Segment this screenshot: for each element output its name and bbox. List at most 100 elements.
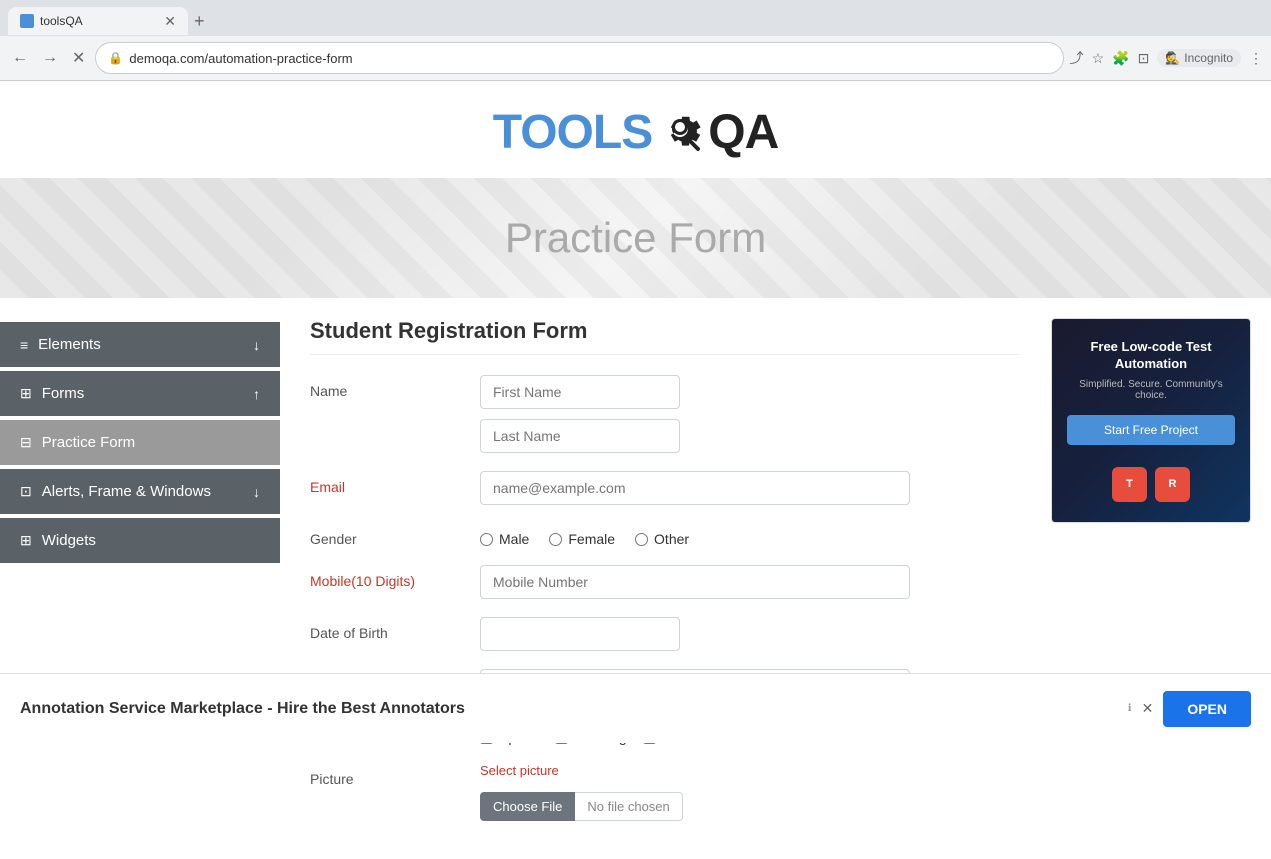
extensions-icon[interactable]: 🧩 xyxy=(1112,50,1129,67)
widgets-label: Widgets xyxy=(42,532,96,549)
name-row: Name xyxy=(310,375,1021,453)
ad-start-btn[interactable]: Start Free Project xyxy=(1067,415,1235,445)
bottom-ad-title: Annotation Service Marketplace - Hire th… xyxy=(20,700,1128,718)
bottom-ad-open-button[interactable]: OPEN xyxy=(1163,691,1251,727)
bottom-ad-info-icon[interactable]: ℹ xyxy=(1128,703,1132,714)
incognito-icon: 🕵 xyxy=(1165,51,1180,65)
ad-panel: Free Low-code Test Automation Simplified… xyxy=(1051,318,1251,523)
menu-icon[interactable]: ⋮ xyxy=(1249,50,1263,67)
site-header: TOOLS QA xyxy=(0,81,1271,178)
gender-female-option[interactable]: Female xyxy=(549,531,615,547)
ad-title: Free Low-code Test Automation xyxy=(1067,339,1235,373)
hero-banner: Practice Form xyxy=(0,178,1271,298)
widgets-icon: ⊞ xyxy=(20,532,32,549)
sidebar-item-widgets-label: ⊞ Widgets xyxy=(20,532,96,549)
gender-male-label: Male xyxy=(499,531,529,547)
name-controls xyxy=(480,375,1021,453)
first-name-input[interactable] xyxy=(480,375,680,409)
dob-label: Date of Birth xyxy=(310,617,470,641)
lock-icon: 🔒 xyxy=(108,51,123,65)
forward-button[interactable]: → xyxy=(38,45,62,71)
dob-row: Date of Birth 23 Mar 2022 xyxy=(310,617,1021,651)
sidebar-item-practice-form-label: ⊟ Practice Form xyxy=(20,434,135,451)
form-area: Student Registration Form Name Email Gen… xyxy=(280,298,1051,859)
mobile-row: Mobile(10 Digits) xyxy=(310,565,1021,599)
ad-content: Free Low-code Test Automation Simplified… xyxy=(1052,319,1250,522)
gender-other-radio[interactable] xyxy=(635,533,648,546)
forms-arrow: ↑ xyxy=(253,386,260,402)
tab-close-button[interactable]: ✕ xyxy=(164,13,176,30)
alerts-arrow: ↓ xyxy=(253,484,260,500)
gender-other-option[interactable]: Other xyxy=(635,531,689,547)
hero-title: Practice Form xyxy=(505,214,766,262)
elements-label: Elements xyxy=(38,336,101,353)
sidebar-item-elements-label: ≡ Elements xyxy=(20,336,101,353)
tab-title: toolsQA xyxy=(40,14,83,28)
ad-subtitle: Simplified. Secure. Community's choice. xyxy=(1067,379,1235,401)
bookmark-icon[interactable]: ☆ xyxy=(1092,50,1105,67)
sidebar-item-alerts-label: ⊡ Alerts, Frame & Windows xyxy=(20,483,211,500)
picture-row: Picture Select picture Choose File No fi… xyxy=(310,763,1021,821)
sidebar-item-alerts[interactable]: ⊡ Alerts, Frame & Windows ↓ xyxy=(0,469,280,514)
ad-icon-reportportal: R xyxy=(1155,467,1190,502)
email-input[interactable] xyxy=(480,471,910,505)
gender-radio-group: Male Female Other xyxy=(480,523,689,547)
sidebar-item-forms-label: ⊞ Forms xyxy=(20,385,84,402)
address-bar: ← → ✕ 🔒 demoqa.com/automation-practice-f… xyxy=(0,36,1271,80)
email-row: Email xyxy=(310,471,1021,505)
url-bar[interactable]: 🔒 demoqa.com/automation-practice-form xyxy=(95,42,1063,74)
bottom-ad-bar: Annotation Service Marketplace - Hire th… xyxy=(0,673,1271,743)
gender-other-label: Other xyxy=(654,531,689,547)
practice-form-label: Practice Form xyxy=(42,434,135,451)
logo: TOOLS QA xyxy=(493,101,778,163)
new-tab-button[interactable]: + xyxy=(194,11,205,32)
bottom-ad-close-button[interactable]: ✕ xyxy=(1142,700,1154,717)
sidebar-item-elements[interactable]: ≡ Elements ↓ xyxy=(0,322,280,367)
picture-select-label: Select picture xyxy=(480,763,1021,778)
alerts-icon: ⊡ xyxy=(20,483,32,500)
logo-gear-icon xyxy=(654,101,706,163)
back-button[interactable]: ← xyxy=(8,45,32,71)
gender-label: Gender xyxy=(310,523,470,547)
tab-favicon xyxy=(20,14,34,28)
sidebar-item-practice-form[interactable]: ⊟ Practice Form xyxy=(0,420,280,465)
sidebar-item-forms[interactable]: ⊞ Forms ↑ xyxy=(0,371,280,416)
main-layout: ≡ Elements ↓ ⊞ Forms ↑ ⊟ Practice Form xyxy=(0,298,1271,859)
forms-icon: ⊞ xyxy=(20,385,32,402)
name-label: Name xyxy=(310,375,470,399)
forms-label: Forms xyxy=(42,385,85,402)
ad-icon-t-label: T xyxy=(1126,478,1133,490)
mobile-input[interactable] xyxy=(480,565,910,599)
ad-icon-testops: T xyxy=(1112,467,1147,502)
ad-icon-r-label: R xyxy=(1169,478,1177,490)
reload-button[interactable]: ✕ xyxy=(68,44,89,72)
mobile-controls xyxy=(480,565,1021,599)
active-tab[interactable]: toolsQA ✕ xyxy=(8,7,188,35)
elements-icon: ≡ xyxy=(20,337,28,353)
gender-row: Gender Male Female Other xyxy=(310,523,1021,547)
elements-arrow: ↓ xyxy=(253,337,260,353)
bottom-ad-text: Annotation Service Marketplace - Hire th… xyxy=(20,700,1128,718)
logo-tools: TOOLS xyxy=(493,105,652,160)
dob-controls: 23 Mar 2022 xyxy=(480,617,1021,651)
bottom-ad-actions: ℹ ✕ OPEN xyxy=(1128,691,1251,727)
alerts-label: Alerts, Frame & Windows xyxy=(42,483,211,500)
incognito-label: Incognito xyxy=(1184,51,1233,65)
share-icon[interactable]: ⤴ xyxy=(1070,48,1084,68)
email-controls xyxy=(480,471,1021,505)
tab-bar: toolsQA ✕ + xyxy=(0,0,1271,36)
browser-chrome: toolsQA ✕ + ← → ✕ 🔒 demoqa.com/automatio… xyxy=(0,0,1271,81)
dob-input[interactable]: 23 Mar 2022 xyxy=(480,617,680,651)
mobile-label: Mobile(10 Digits) xyxy=(310,565,470,589)
window-icon[interactable]: ⊡ xyxy=(1138,50,1150,67)
email-label: Email xyxy=(310,471,470,495)
gender-male-option[interactable]: Male xyxy=(480,531,529,547)
last-name-input[interactable] xyxy=(480,419,680,453)
gender-female-radio[interactable] xyxy=(549,533,562,546)
gender-male-radio[interactable] xyxy=(480,533,493,546)
choose-file-button[interactable]: Choose File xyxy=(480,792,575,821)
sidebar-item-widgets[interactable]: ⊞ Widgets xyxy=(0,518,280,563)
picture-controls: Select picture Choose File No file chose… xyxy=(480,763,1021,821)
gender-female-label: Female xyxy=(568,531,615,547)
practice-form-icon: ⊟ xyxy=(20,434,32,451)
